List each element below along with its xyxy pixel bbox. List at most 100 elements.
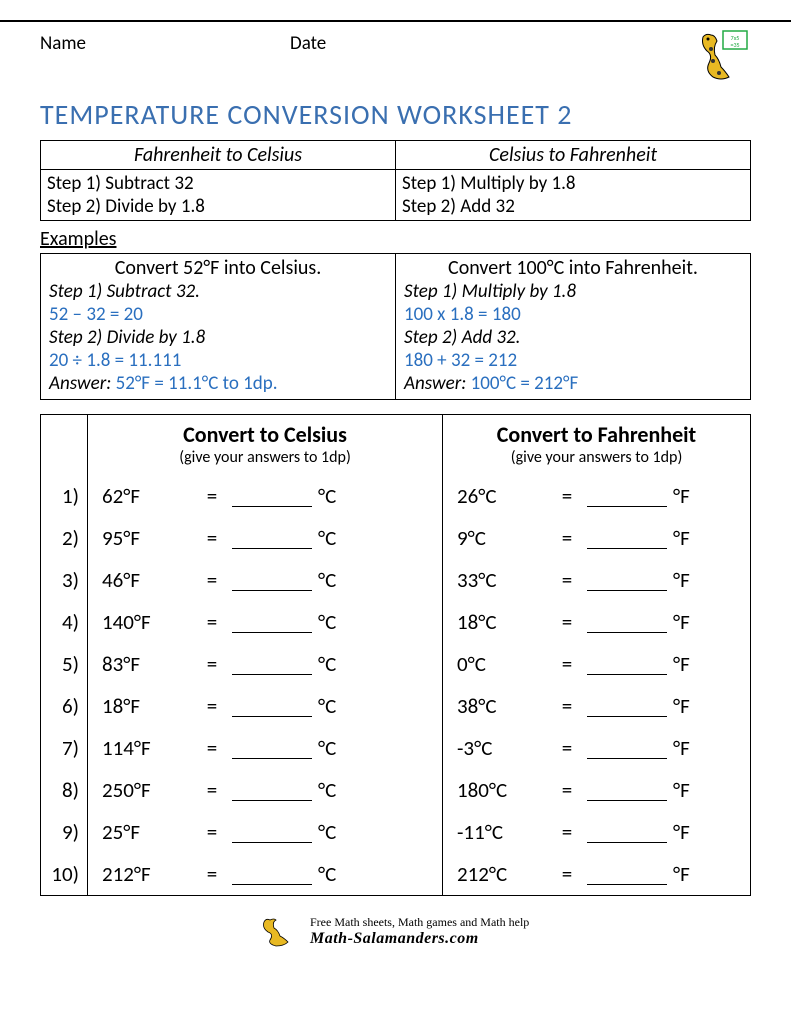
problem-row-left: 212°F=°C xyxy=(88,853,442,895)
example-right-step1-calc: 100 x 1.8 = 180 xyxy=(404,303,742,326)
equals-sign: = xyxy=(192,609,232,635)
answer-blank[interactable] xyxy=(587,484,667,507)
equals-sign: = xyxy=(547,819,587,845)
problem-row-left: 83°F=°C xyxy=(88,643,442,685)
problem-value-f: 25°F xyxy=(88,819,192,845)
equals-sign: = xyxy=(547,693,587,719)
problem-value-f: 250°F xyxy=(88,777,192,803)
problem-value-f: 140°F xyxy=(88,609,192,635)
answer-blank[interactable] xyxy=(232,820,312,843)
unit-fahrenheit: °F xyxy=(667,819,690,845)
footer-tagline: Free Math sheets, Math games and Math he… xyxy=(310,915,529,930)
example-left-heading: Convert 52°F into Celsius. xyxy=(49,256,387,280)
examples-table: Convert 52°F into Celsius. Step 1) Subtr… xyxy=(40,253,751,400)
problem-row-right: -11°C=°F xyxy=(443,811,750,853)
answer-blank[interactable] xyxy=(587,526,667,549)
rule-c2f-step1: Step 1) Multiply by 1.8 xyxy=(402,172,744,195)
answer-blank[interactable] xyxy=(587,694,667,717)
problem-row-right: 26°C=°F xyxy=(443,475,750,517)
equals-sign: = xyxy=(192,483,232,509)
problem-number: 10) xyxy=(41,861,87,887)
name-label: Name xyxy=(40,32,290,55)
unit-fahrenheit: °F xyxy=(667,525,690,551)
problem-value-c: 33°C xyxy=(443,567,547,593)
unit-celsius: °C xyxy=(312,819,336,845)
problems-left-subnote: (give your answers to 1dp) xyxy=(88,448,442,475)
date-label: Date xyxy=(290,32,691,55)
unit-fahrenheit: °F xyxy=(667,693,690,719)
svg-text:=35: =35 xyxy=(730,41,739,49)
unit-celsius: °C xyxy=(312,735,336,761)
unit-fahrenheit: °F xyxy=(667,609,690,635)
unit-celsius: °C xyxy=(312,693,336,719)
problem-row-left: 114°F= °C xyxy=(88,727,442,769)
problem-row-right: 212°C=°F xyxy=(443,853,750,895)
problem-number: 9) xyxy=(41,819,87,845)
answer-blank[interactable] xyxy=(587,778,667,801)
answer-blank[interactable] xyxy=(587,610,667,633)
example-right-answer-value: 100°C = 212°F xyxy=(471,372,579,395)
answer-blank[interactable] xyxy=(587,862,667,885)
rule-f2c-step1: Step 1) Subtract 32 xyxy=(47,172,389,195)
rule-f2c-step2: Step 2) Divide by 1.8 xyxy=(47,195,389,218)
answer-blank[interactable] xyxy=(232,694,312,717)
problem-row-right: -3°C=°F xyxy=(443,727,750,769)
rules-heading-f2c: Fahrenheit to Celsius xyxy=(41,141,396,170)
unit-celsius: °C xyxy=(312,567,336,593)
equals-sign: = xyxy=(547,567,587,593)
problem-row-left: 46°F=°C xyxy=(88,559,442,601)
answer-blank[interactable] xyxy=(232,484,312,507)
problem-row-left: 95°F=°C xyxy=(88,517,442,559)
problem-value-c: 0°C xyxy=(443,651,547,677)
footer-site: Math-Salamanders.com xyxy=(310,930,529,948)
problem-number: 7) xyxy=(41,735,87,761)
example-right-step2-label: Step 2) Add 32. xyxy=(404,326,742,349)
examples-label: Examples xyxy=(40,227,751,251)
example-left-answer-value: 52°F = 11.1°C to 1dp. xyxy=(116,372,278,395)
answer-blank[interactable] xyxy=(232,862,312,885)
rule-c2f-step2: Step 2) Add 32 xyxy=(402,195,744,218)
answer-blank[interactable] xyxy=(232,652,312,675)
problem-row-right: 0°C=°F xyxy=(443,643,750,685)
answer-blank[interactable] xyxy=(587,568,667,591)
equals-sign: = xyxy=(547,525,587,551)
equals-sign: = xyxy=(192,777,232,803)
equals-sign: = xyxy=(192,819,232,845)
unit-celsius: °C xyxy=(312,609,336,635)
footer: Free Math sheets, Math games and Math he… xyxy=(40,914,751,948)
answer-blank[interactable] xyxy=(232,526,312,549)
problem-value-f: 62°F xyxy=(88,483,192,509)
equals-sign: = xyxy=(547,861,587,887)
problem-row-right: 9°C=°F xyxy=(443,517,750,559)
answer-blank[interactable] xyxy=(232,568,312,591)
problem-row-right: 180°C=°F xyxy=(443,769,750,811)
rules-table: Fahrenheit to Celsius Celsius to Fahrenh… xyxy=(40,140,751,221)
problem-row-left: 18°F=°C xyxy=(88,685,442,727)
equals-sign: = xyxy=(192,693,232,719)
problem-number: 1) xyxy=(41,483,87,509)
problem-row-left: 62°F= °C xyxy=(88,475,442,517)
equals-sign: = xyxy=(192,735,232,761)
salamander-logo-icon: 7x5 =35 xyxy=(691,27,751,87)
problem-number: 6) xyxy=(41,693,87,719)
unit-fahrenheit: °F xyxy=(667,777,690,803)
problem-value-f: 114°F xyxy=(88,735,192,761)
answer-blank[interactable] xyxy=(232,778,312,801)
answer-blank[interactable] xyxy=(587,652,667,675)
unit-celsius: °C xyxy=(312,861,336,887)
example-left-step2-label: Step 2) Divide by 1.8 xyxy=(49,326,387,349)
problem-value-c: 38°C xyxy=(443,693,547,719)
equals-sign: = xyxy=(192,651,232,677)
page-title: TEMPERATURE CONVERSION WORKSHEET 2 xyxy=(40,97,751,132)
example-left-step2-calc: 20 ÷ 1.8 = 11.111 xyxy=(49,349,387,372)
rules-heading-c2f: Celsius to Fahrenheit xyxy=(396,141,751,170)
answer-blank[interactable] xyxy=(587,736,667,759)
unit-celsius: °C xyxy=(312,483,336,509)
problem-value-f: 95°F xyxy=(88,525,192,551)
problem-row-right: 33°C=°F xyxy=(443,559,750,601)
answer-blank[interactable] xyxy=(232,610,312,633)
answer-blank[interactable] xyxy=(587,820,667,843)
unit-fahrenheit: °F xyxy=(667,735,690,761)
problem-row-left: 140°F= °C xyxy=(88,601,442,643)
answer-blank[interactable] xyxy=(232,736,312,759)
